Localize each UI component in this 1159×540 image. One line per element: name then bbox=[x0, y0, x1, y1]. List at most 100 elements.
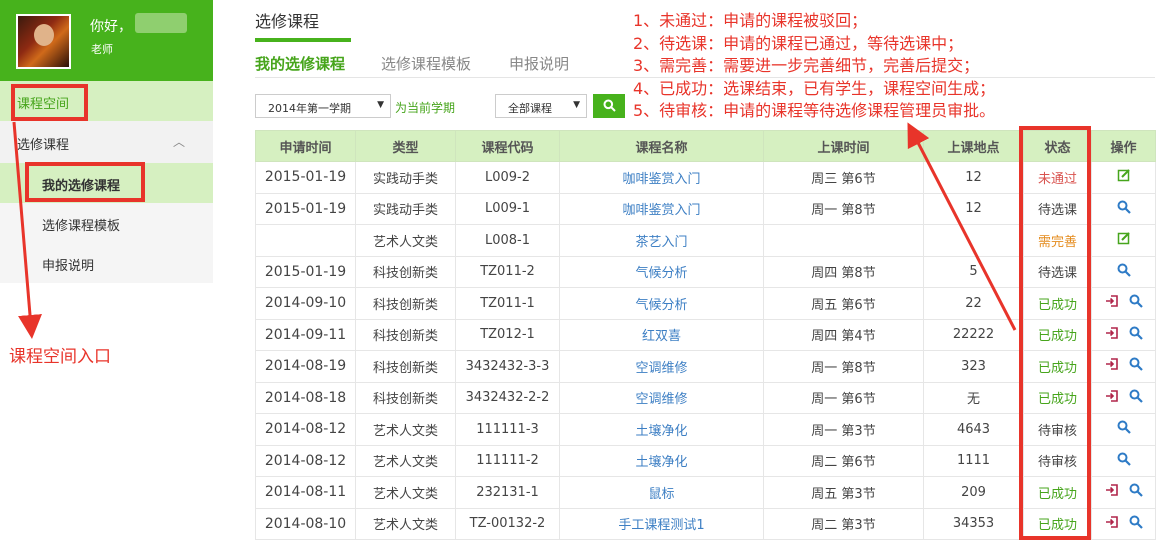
avatar[interactable] bbox=[16, 14, 71, 69]
cell-type: 艺术人文类 bbox=[355, 476, 456, 509]
semester-select[interactable]: 2014年第一学期 ▼ bbox=[255, 94, 391, 118]
cell-type: 科技创新类 bbox=[355, 255, 456, 288]
search-button[interactable] bbox=[593, 94, 625, 118]
cell-type: 实践动手类 bbox=[355, 192, 456, 225]
column-header: 类型 bbox=[355, 130, 456, 162]
cell-date bbox=[255, 224, 356, 257]
status-annotation-list: 1、未通过：申请的课程被驳回； 2、待选课：申请的课程已通过，等待选课中； 3、… bbox=[633, 10, 995, 123]
cell-type: 科技创新类 bbox=[355, 318, 456, 351]
cell-date: 2014-09-10 bbox=[255, 287, 356, 320]
cell-class-time: 周四 第4节 bbox=[763, 318, 924, 351]
cell-type: 科技创新类 bbox=[355, 350, 456, 383]
chevron-up-icon: ︿ bbox=[173, 135, 186, 149]
cell-actions bbox=[1091, 507, 1156, 540]
search-icon[interactable] bbox=[1117, 452, 1131, 470]
cell-course-name[interactable]: 鼠标 bbox=[559, 476, 764, 509]
cell-location bbox=[923, 224, 1024, 257]
cell-date: 2014-08-11 bbox=[255, 476, 356, 509]
sidebar-item-label: 选修课程模板 bbox=[42, 219, 121, 234]
enter-course-space-icon[interactable] bbox=[1105, 326, 1119, 344]
cell-course-name[interactable]: 土壤净化 bbox=[559, 444, 764, 477]
greeting-text: 你好， bbox=[90, 19, 132, 35]
enter-course-space-icon[interactable] bbox=[1105, 357, 1119, 375]
cell-type: 科技创新类 bbox=[355, 381, 456, 414]
tab-declaration-notes[interactable]: 申报说明 bbox=[509, 53, 569, 74]
cell-course-name[interactable]: 手工课程测试1 bbox=[559, 507, 764, 540]
search-icon[interactable] bbox=[1117, 420, 1131, 438]
search-icon[interactable] bbox=[1129, 483, 1143, 501]
search-icon[interactable] bbox=[1129, 357, 1143, 375]
cell-code: L009-2 bbox=[455, 161, 560, 194]
enter-course-space-icon[interactable] bbox=[1105, 294, 1119, 312]
current-semester-link[interactable]: 为当前学期 bbox=[395, 99, 455, 116]
edit-icon[interactable] bbox=[1117, 168, 1131, 186]
filter-bar: 2014年第一学期 ▼ 为当前学期 全部课程 ▼ bbox=[255, 94, 655, 118]
cell-code: TZ012-1 bbox=[455, 318, 560, 351]
cell-date: 2015-01-19 bbox=[255, 255, 356, 288]
cell-location: 12 bbox=[923, 192, 1024, 225]
search-icon[interactable] bbox=[1129, 326, 1143, 344]
sidebar-group-label: 选修课程 bbox=[17, 138, 70, 153]
cell-course-name[interactable]: 茶艺入门 bbox=[559, 224, 764, 257]
app-root: { "sidebar": { "greeting": "你好，", "role"… bbox=[0, 0, 1159, 540]
cell-date: 2015-01-19 bbox=[255, 161, 356, 194]
caret-down-icon: ▼ bbox=[573, 100, 580, 110]
sidebar: 你好， 老师 课程空间 选修课程 ︿ 我的选修课程 选修课程模板 申报说明 bbox=[0, 0, 213, 283]
cell-actions bbox=[1091, 413, 1156, 446]
tab-course-templates[interactable]: 选修课程模板 bbox=[381, 53, 471, 74]
annotation-course-space-entry: 课程空间入口 bbox=[9, 347, 111, 367]
search-icon[interactable] bbox=[1129, 515, 1143, 533]
edit-icon[interactable] bbox=[1117, 231, 1131, 249]
cell-code: 232131-1 bbox=[455, 476, 560, 509]
highlight-course-space bbox=[11, 84, 88, 121]
username-blurred bbox=[135, 13, 187, 33]
enter-course-space-icon[interactable] bbox=[1105, 389, 1119, 407]
cell-actions bbox=[1091, 287, 1156, 320]
column-header: 上课时间 bbox=[763, 130, 924, 162]
enter-course-space-icon[interactable] bbox=[1105, 483, 1119, 501]
cell-actions bbox=[1091, 192, 1156, 225]
cell-course-name[interactable]: 空调维修 bbox=[559, 350, 764, 383]
course-type-select[interactable]: 全部课程 ▼ bbox=[495, 94, 587, 118]
sidebar-item-course-templates[interactable]: 选修课程模板 bbox=[0, 203, 213, 243]
cell-code: 3432432-3-3 bbox=[455, 350, 560, 383]
search-icon[interactable] bbox=[1117, 263, 1131, 281]
cell-location: 34353 bbox=[923, 507, 1024, 540]
cell-location: 22222 bbox=[923, 318, 1024, 351]
annotation-line: 1、未通过：申请的课程被驳回； bbox=[633, 11, 868, 30]
cell-class-time: 周五 第3节 bbox=[763, 476, 924, 509]
cell-course-name[interactable]: 气候分析 bbox=[559, 287, 764, 320]
cell-course-name[interactable]: 咖啡鉴赏入门 bbox=[559, 161, 764, 194]
cell-class-time: 周二 第6节 bbox=[763, 444, 924, 477]
tab-my-courses[interactable]: 我的选修课程 bbox=[255, 53, 345, 74]
highlight-status-column bbox=[1019, 126, 1091, 540]
user-role: 老师 bbox=[91, 43, 113, 56]
enter-course-space-icon[interactable] bbox=[1105, 515, 1119, 533]
cell-course-name[interactable]: 气候分析 bbox=[559, 255, 764, 288]
column-header: 上课地点 bbox=[923, 130, 1024, 162]
cell-actions bbox=[1091, 476, 1156, 509]
cell-date: 2014-09-11 bbox=[255, 318, 356, 351]
annotation-line: 3、需完善：需要进一步完善细节，完善后提交； bbox=[633, 56, 980, 75]
cell-class-time: 周四 第8节 bbox=[763, 255, 924, 288]
sidebar-group-elective-courses[interactable]: 选修课程 ︿ bbox=[0, 121, 213, 163]
cell-location: 5 bbox=[923, 255, 1024, 288]
annotation-line: 5、待审核：申请的课程等待选修课程管理员审批。 bbox=[633, 101, 996, 120]
cell-type: 实践动手类 bbox=[355, 161, 456, 194]
cell-code: TZ011-2 bbox=[455, 255, 560, 288]
search-icon[interactable] bbox=[1117, 200, 1131, 218]
cell-course-name[interactable]: 空调维修 bbox=[559, 381, 764, 414]
caret-down-icon: ▼ bbox=[377, 100, 384, 110]
user-panel: 你好， 老师 bbox=[0, 0, 213, 81]
cell-course-name[interactable]: 红双喜 bbox=[559, 318, 764, 351]
sidebar-item-declaration-notes[interactable]: 申报说明 bbox=[0, 243, 213, 283]
cell-course-name[interactable]: 土壤净化 bbox=[559, 413, 764, 446]
cell-class-time: 周二 第3节 bbox=[763, 507, 924, 540]
cell-type: 艺术人文类 bbox=[355, 224, 456, 257]
search-icon[interactable] bbox=[1129, 389, 1143, 407]
annotation-line: 4、已成功：选课结束，已有学生，课程空间生成； bbox=[633, 78, 996, 98]
column-header: 申请时间 bbox=[255, 130, 356, 162]
search-icon[interactable] bbox=[1129, 294, 1143, 312]
highlight-my-courses bbox=[25, 162, 145, 202]
cell-course-name[interactable]: 咖啡鉴赏入门 bbox=[559, 192, 764, 225]
